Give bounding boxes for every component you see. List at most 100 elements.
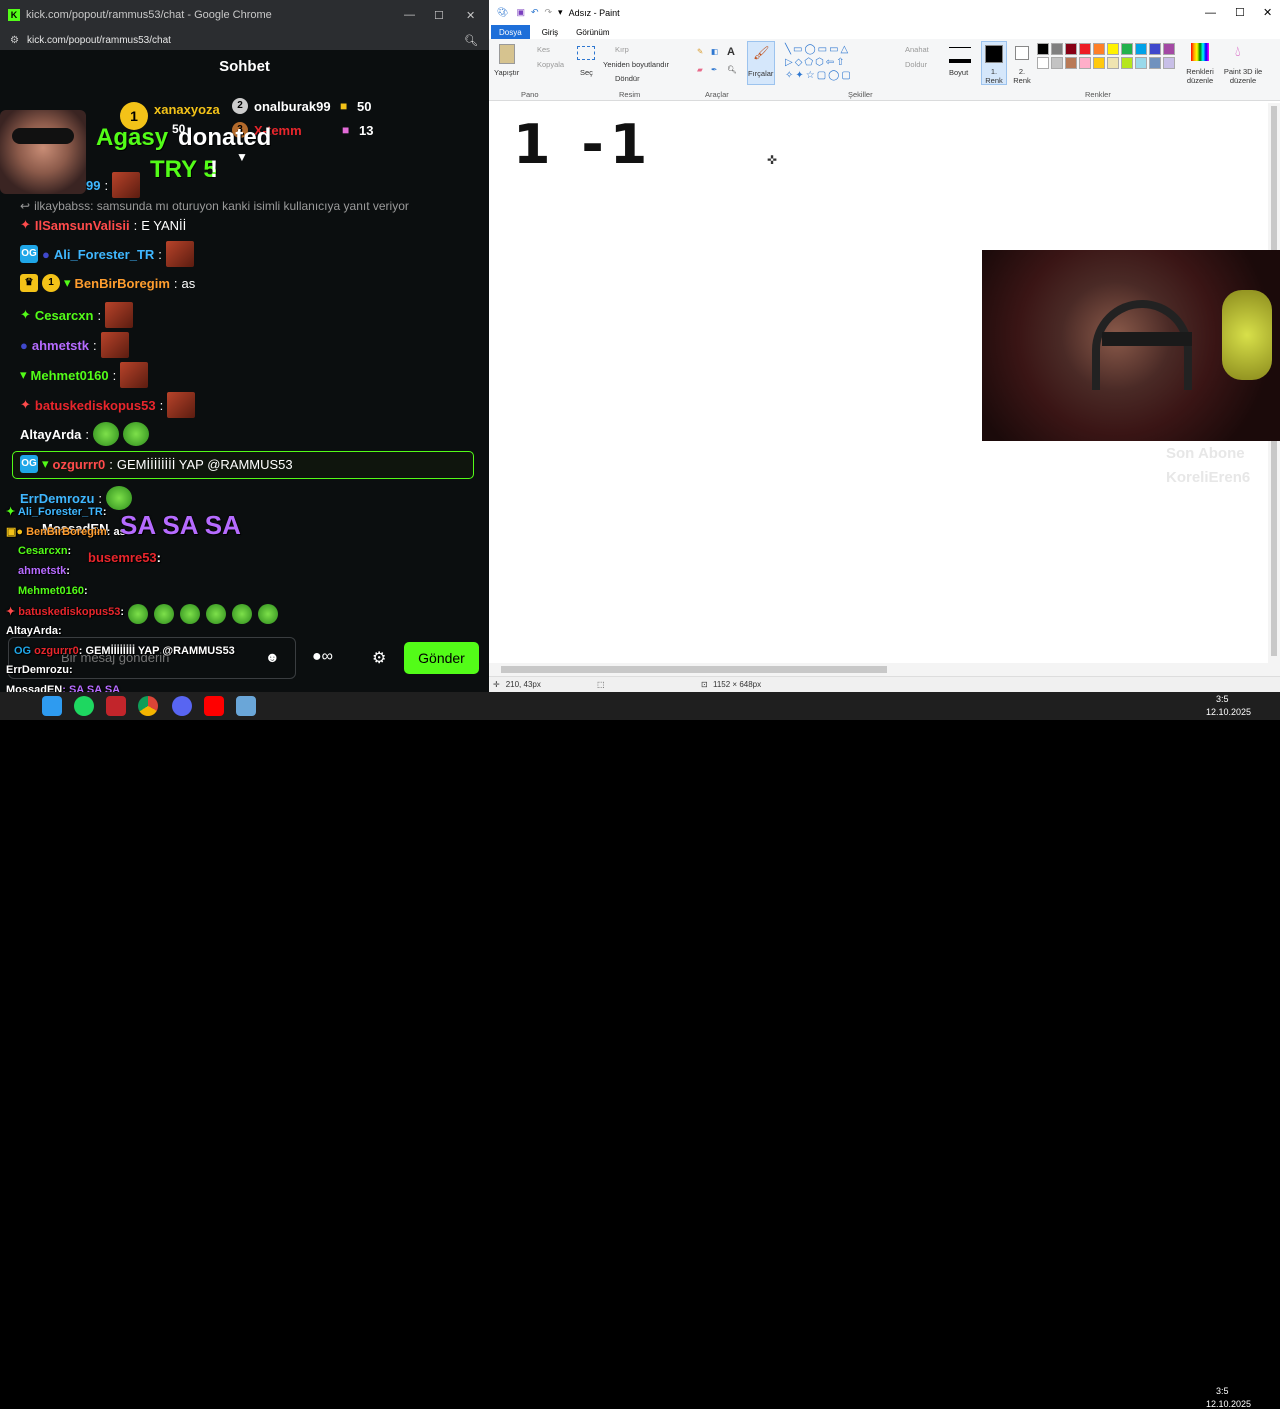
- username[interactable]: Cesarcxn: [35, 308, 94, 323]
- color-swatch[interactable]: [1149, 57, 1161, 69]
- pencil-icon[interactable]: ✎: [697, 47, 703, 56]
- chrome-icon[interactable]: [138, 696, 158, 716]
- username[interactable]: IlSamsunValisii: [35, 218, 130, 233]
- send-button[interactable]: Gönder: [404, 642, 479, 674]
- emote: [167, 392, 196, 418]
- horizontal-scrollbar[interactable]: [489, 663, 1268, 676]
- points-icon[interactable]: ●∞: [312, 648, 333, 666]
- paint-taskbar-icon[interactable]: [236, 696, 256, 716]
- maximize-button[interactable]: ☐: [434, 9, 444, 22]
- color-swatch[interactable]: [1149, 43, 1161, 55]
- paint-close-button[interactable]: ✕: [1263, 6, 1272, 19]
- username[interactable]: Ali_Forester_TR: [54, 247, 154, 262]
- paint-minimize-button[interactable]: —: [1205, 7, 1216, 19]
- collapse-icon[interactable]: ▼: [236, 150, 248, 164]
- color2-swatch[interactable]: [1015, 46, 1029, 60]
- color-swatch[interactable]: [1121, 43, 1133, 55]
- color-swatch[interactable]: [1093, 43, 1105, 55]
- crop-button[interactable]: Kırp: [615, 45, 629, 54]
- settings-icon[interactable]: ⚙: [372, 648, 386, 668]
- color-swatch[interactable]: [1051, 57, 1063, 69]
- picker-icon[interactable]: ✒: [711, 65, 717, 74]
- shapes-gallery[interactable]: ╲▭◯▭▭△ ▷◇⬠⬡⇦⇧ ✧✦☆▢◯▢: [785, 43, 879, 83]
- copy-button[interactable]: Kopyala: [537, 60, 564, 69]
- color-swatch[interactable]: [1065, 43, 1077, 55]
- color-swatch[interactable]: [1163, 57, 1175, 69]
- color2-label[interactable]: 2. Renk: [1011, 67, 1033, 85]
- username[interactable]: 99: [86, 178, 100, 193]
- undo-icon[interactable]: ↶: [531, 7, 539, 18]
- username[interactable]: ErrDemrozu: [20, 491, 94, 506]
- eraser-icon[interactable]: ▰: [697, 65, 703, 74]
- site-info-icon[interactable]: ⚙: [10, 35, 19, 46]
- overlay-line: ✦ Ali_Forester_TR:: [6, 506, 107, 518]
- color-swatch[interactable]: [1135, 57, 1147, 69]
- text-icon[interactable]: A: [727, 46, 735, 58]
- username[interactable]: Mehmet0160: [31, 368, 109, 383]
- outline-button[interactable]: Anahat: [905, 45, 929, 54]
- emote: [106, 486, 133, 510]
- color-swatch[interactable]: [1037, 43, 1049, 55]
- select-button[interactable]: Seç: [580, 68, 593, 77]
- save-icon[interactable]: ▣: [516, 7, 525, 18]
- emoji-icon[interactable]: ☻: [265, 649, 280, 665]
- color-palette[interactable]: [1037, 43, 1177, 83]
- paste-button[interactable]: Yapıştır: [494, 68, 519, 77]
- color-swatch[interactable]: [1163, 43, 1175, 55]
- username[interactable]: ozgurrr0: [53, 457, 106, 472]
- color-swatch[interactable]: [1037, 57, 1049, 69]
- zoom-icon[interactable]: 🔍︎: [464, 34, 478, 47]
- username[interactable]: BenBirBoregim: [75, 276, 170, 291]
- select-icon[interactable]: [577, 46, 595, 60]
- paste-icon[interactable]: [499, 44, 515, 64]
- close-button[interactable]: ✕: [466, 9, 475, 22]
- crown-badge-icon: ♛: [20, 274, 38, 292]
- start-icon[interactable]: [42, 696, 62, 716]
- fill-shape-button[interactable]: Doldur: [905, 60, 927, 69]
- canvas-size-icon: ⊡: [701, 680, 708, 689]
- color-swatch[interactable]: [1065, 57, 1077, 69]
- size-icon[interactable]: [949, 47, 971, 63]
- tab-view[interactable]: Görünüm: [576, 28, 609, 37]
- color-swatch[interactable]: [1051, 43, 1063, 55]
- paint3d-button[interactable]: Paint 3D ile düzenle: [1221, 67, 1265, 85]
- redo-icon[interactable]: ↷: [545, 7, 553, 18]
- color-swatch[interactable]: [1135, 43, 1147, 55]
- overlay-line: ErrDemrozu:: [6, 664, 73, 676]
- tab-file[interactable]: Dosya: [491, 24, 530, 40]
- spotify-icon[interactable]: [74, 696, 94, 716]
- username[interactable]: AltayArda: [20, 427, 81, 442]
- magnifier-icon[interactable]: 🔍︎: [727, 65, 737, 74]
- quick-access-icon[interactable]: ▾: [558, 7, 563, 18]
- tab-home[interactable]: Giriş: [542, 28, 558, 37]
- chat-message: ✦ batuskediskopus53:: [20, 392, 196, 418]
- address-bar[interactable]: ⚙ kick.com/popout/rammus53/chat 🔍︎: [0, 30, 489, 50]
- rotate-button[interactable]: Döndür: [615, 74, 640, 83]
- resize-button[interactable]: Yeniden boyutlandır: [603, 60, 669, 69]
- minimize-button[interactable]: —: [404, 9, 415, 21]
- edit-colors-icon[interactable]: [1191, 43, 1209, 61]
- message-text: GEMİİİİİİİİ YAP @RAMMUS53: [116, 456, 293, 472]
- paint3d-icon[interactable]: 💧︎: [1235, 43, 1241, 60]
- og-badge-icon: OG: [20, 245, 38, 263]
- username[interactable]: batuskediskopus53: [35, 398, 156, 413]
- webcam-feed: [982, 250, 1280, 441]
- color-swatch[interactable]: [1107, 43, 1119, 55]
- app-icon[interactable]: [106, 696, 126, 716]
- discord-icon[interactable]: [172, 696, 192, 716]
- cut-button[interactable]: Kes: [537, 45, 550, 54]
- fill-icon[interactable]: ◧: [711, 47, 718, 56]
- paint-maximize-button[interactable]: ☐: [1235, 6, 1245, 19]
- youtube-icon[interactable]: [204, 696, 224, 716]
- size-button[interactable]: Boyut: [949, 68, 968, 77]
- color-swatch[interactable]: [1093, 57, 1105, 69]
- color-swatch[interactable]: [1079, 57, 1091, 69]
- badge-icon: ●: [20, 337, 28, 353]
- edit-colors-button[interactable]: Renkleri düzenle: [1183, 67, 1217, 85]
- color-swatch[interactable]: [1121, 57, 1133, 69]
- chat-message: ✦ IlSamsunValisii: E YANİİ: [20, 217, 187, 233]
- donation-word: donated: [178, 124, 272, 151]
- color-swatch[interactable]: [1107, 57, 1119, 69]
- color-swatch[interactable]: [1079, 43, 1091, 55]
- username[interactable]: ahmetstk: [32, 338, 89, 353]
